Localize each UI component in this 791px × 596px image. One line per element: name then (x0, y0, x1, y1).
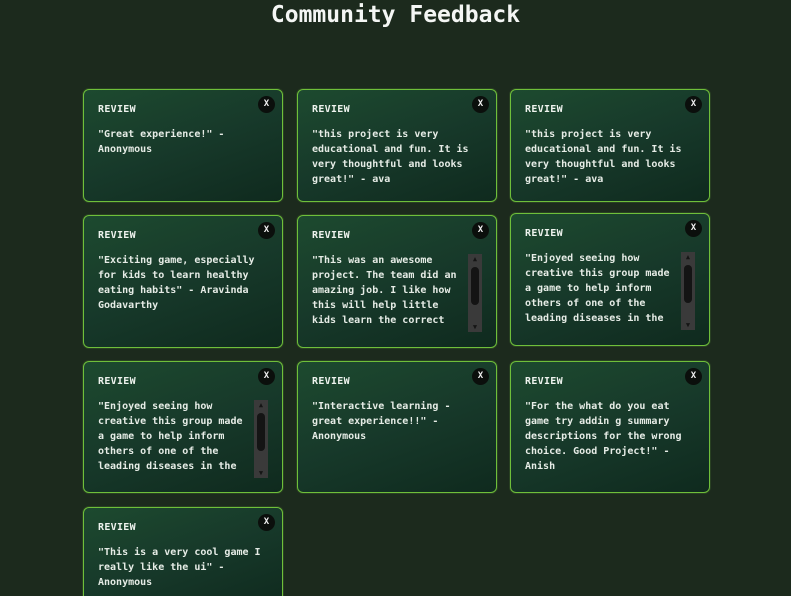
review-label: REVIEW (98, 230, 136, 241)
scrollbar-thumb[interactable] (471, 267, 479, 305)
review-card: REVIEW X "This is a very cool game I rea… (83, 507, 283, 596)
close-icon: X (263, 225, 270, 235)
triangle-up-icon[interactable]: ▲ (468, 254, 482, 264)
review-text: "Enjoyed seeing how creative this group … (525, 253, 670, 324)
triangle-down-icon[interactable]: ▼ (254, 468, 268, 478)
review-label: REVIEW (98, 104, 136, 115)
review-text: "this project is very educational and fu… (312, 129, 469, 185)
review-text: "This is a very cool game I really like … (98, 547, 261, 588)
triangle-down-icon[interactable]: ▼ (468, 322, 482, 332)
close-button[interactable]: X (685, 96, 702, 113)
page-title: Community Feedback (270, 2, 521, 28)
feedback-page: Community Feedback REVIEW X "Great exper… (0, 0, 791, 596)
review-label: REVIEW (525, 104, 563, 115)
close-button[interactable]: X (472, 96, 489, 113)
review-label: REVIEW (312, 104, 350, 115)
review-text: "Interactive learning - great experience… (312, 401, 451, 442)
review-scrollbar[interactable]: ▲ ▼ (681, 252, 695, 330)
scrollbar-thumb[interactable] (684, 265, 692, 303)
close-icon: X (690, 223, 697, 233)
review-label: REVIEW (312, 230, 350, 241)
review-card: REVIEW X "Exciting game, especially for … (83, 215, 283, 348)
review-card: REVIEW X "this project is very education… (297, 89, 497, 202)
close-icon: X (263, 371, 270, 381)
close-button[interactable]: X (472, 368, 489, 385)
review-card: REVIEW X "For the what do you eat game t… (510, 361, 710, 493)
review-text: "This was an awesome project. The team d… (312, 255, 457, 326)
close-icon: X (263, 517, 270, 527)
review-label: REVIEW (98, 376, 136, 387)
close-button[interactable]: X (685, 220, 702, 237)
review-label: REVIEW (525, 376, 563, 387)
close-icon: X (263, 99, 270, 109)
triangle-up-icon[interactable]: ▲ (681, 252, 695, 262)
close-icon: X (690, 99, 697, 109)
triangle-down-icon[interactable]: ▼ (681, 320, 695, 330)
review-card: REVIEW X "This was an awesome project. T… (297, 215, 497, 348)
scrollbar-thumb[interactable] (257, 413, 265, 451)
close-icon: X (690, 371, 697, 381)
close-button[interactable]: X (258, 368, 275, 385)
review-card: REVIEW X "Enjoyed seeing how creative th… (510, 213, 710, 346)
review-card: REVIEW X "Interactive learning - great e… (297, 361, 497, 493)
review-label: REVIEW (312, 376, 350, 387)
review-text: "Great experience!" - Anonymous (98, 129, 225, 155)
review-scrollbar[interactable]: ▲ ▼ (468, 254, 482, 332)
triangle-up-icon[interactable]: ▲ (254, 400, 268, 410)
review-text: "For the what do you eat game try addin … (525, 401, 682, 472)
review-text: "Exciting game, especially for kids to l… (98, 255, 255, 311)
review-label: REVIEW (98, 522, 136, 533)
review-text: "Enjoyed seeing how creative this group … (98, 401, 243, 472)
close-button[interactable]: X (258, 514, 275, 531)
close-button[interactable]: X (685, 368, 702, 385)
review-card: REVIEW X "Enjoyed seeing how creative th… (83, 361, 283, 493)
close-button[interactable]: X (258, 96, 275, 113)
close-button[interactable]: X (258, 222, 275, 239)
review-scrollbar[interactable]: ▲ ▼ (254, 400, 268, 478)
close-icon: X (477, 371, 484, 381)
review-text: "this project is very educational and fu… (525, 129, 682, 185)
review-card: REVIEW X "Great experience!" - Anonymous (83, 89, 283, 202)
review-card: REVIEW X "this project is very education… (510, 89, 710, 202)
close-icon: X (477, 99, 484, 109)
review-label: REVIEW (525, 228, 563, 239)
close-icon: X (477, 225, 484, 235)
close-button[interactable]: X (472, 222, 489, 239)
